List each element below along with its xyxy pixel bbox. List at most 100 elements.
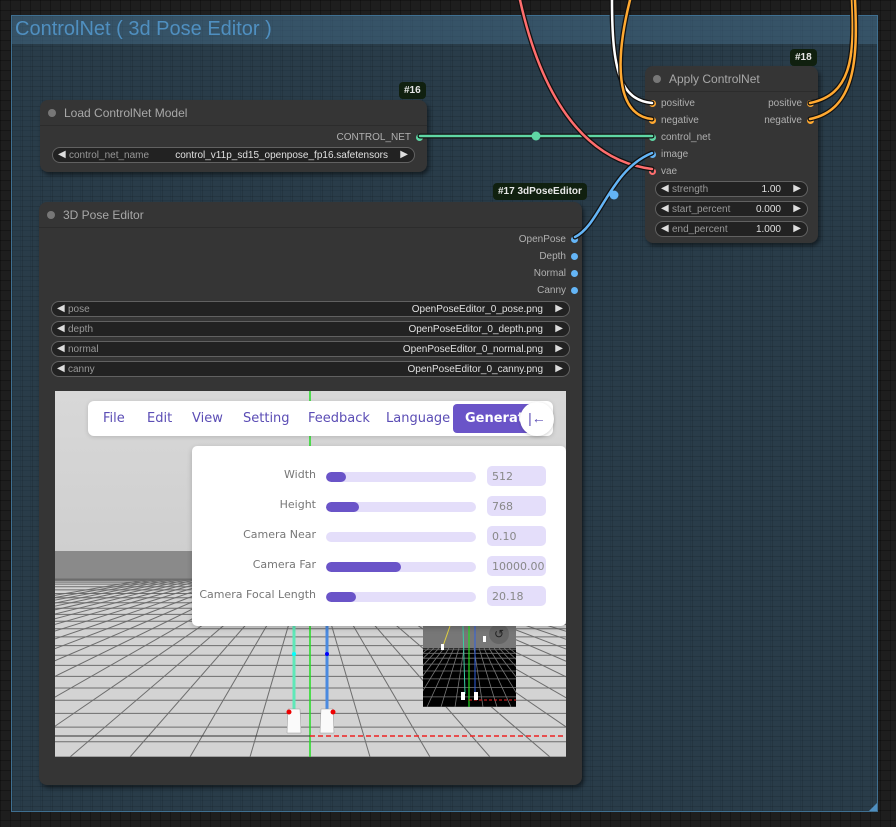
input-slot-image[interactable]: [649, 151, 656, 158]
combo-depth[interactable]: ◀ depth OpenPoseEditor_0_depth.png ▶: [51, 321, 570, 337]
widget-value: control_v11p_sd15_openpose_fp16.safetens…: [175, 150, 388, 161]
decrement-arrow-icon[interactable]: ◀: [661, 183, 669, 194]
setting-label: Camera Far: [252, 558, 316, 571]
input-negative[interactable]: negative negative: [645, 112, 818, 129]
left-knee-joint[interactable]: [292, 652, 296, 656]
output-label: OpenPose: [518, 234, 566, 245]
output-slot-negative[interactable]: [807, 117, 814, 124]
node-title[interactable]: Load ControlNet Model: [40, 100, 427, 126]
increment-arrow-icon[interactable]: ▶: [555, 323, 563, 334]
output-slot-canny[interactable]: [571, 287, 578, 294]
camera-focal-length-input[interactable]: 20.18: [487, 586, 546, 606]
width-input[interactable]: 512: [487, 466, 546, 486]
input-label: image: [661, 149, 689, 160]
setting-width: Width 512: [192, 466, 566, 488]
increment-arrow-icon[interactable]: ▶: [793, 183, 801, 194]
widget-label: depth: [68, 324, 94, 335]
decrement-arrow-icon[interactable]: ◀: [58, 149, 66, 160]
menu-file[interactable]: File: [103, 411, 125, 426]
widget-value: OpenPoseEditor_0_pose.png: [411, 304, 543, 315]
collapse-dot-icon[interactable]: [47, 211, 55, 219]
increment-arrow-icon[interactable]: ▶: [555, 363, 563, 374]
decrement-arrow-icon[interactable]: ◀: [57, 323, 65, 334]
combo-normal[interactable]: ◀ normal OpenPoseEditor_0_normal.png ▶: [51, 341, 570, 357]
collapse-dot-icon[interactable]: [653, 75, 661, 83]
decrement-arrow-icon[interactable]: ◀: [661, 203, 669, 214]
node-apply-controlnet[interactable]: Apply ControlNet positive positive negat…: [645, 66, 818, 243]
output-slot-positive[interactable]: [807, 100, 814, 107]
output-slot-openpose[interactable]: [571, 236, 578, 243]
combo-pose[interactable]: ◀ pose OpenPoseEditor_0_pose.png ▶: [51, 301, 570, 317]
menu-setting[interactable]: Setting: [243, 411, 290, 426]
node-title[interactable]: 3D Pose Editor: [39, 202, 582, 228]
output-slot-normal[interactable]: [571, 270, 578, 277]
3d-viewport[interactable]: ↺ File Edit View Setting Feedback Langua…: [55, 391, 566, 757]
increment-arrow-icon[interactable]: ▶: [555, 303, 563, 314]
input-control-net[interactable]: control_net: [645, 129, 818, 146]
minimap-grid-line: [508, 647, 516, 655]
right-ankle-marker[interactable]: [330, 709, 336, 715]
combo-control-net-name[interactable]: ◀ control_net_name control_v11p_sd15_ope…: [52, 147, 415, 163]
slider-fill: [326, 502, 359, 512]
input-label: control_net: [661, 132, 711, 143]
output-slot-depth[interactable]: [571, 253, 578, 260]
height-input[interactable]: 768: [487, 496, 546, 516]
collapse-menu-icon[interactable]: |←: [520, 402, 554, 436]
menu-feedback[interactable]: Feedback: [308, 411, 370, 426]
camera-near-slider[interactable]: [326, 532, 476, 542]
collapse-dot-icon[interactable]: [48, 109, 56, 117]
input-slot-positive[interactable]: [649, 100, 656, 107]
number-end-percent[interactable]: ◀ end_percent 1.000 ▶: [655, 221, 808, 237]
camera-far-slider[interactable]: [326, 562, 476, 572]
input-slot-control-net[interactable]: [649, 134, 656, 141]
group-title: ControlNet ( 3d Pose Editor ): [15, 18, 272, 40]
editor-menubar: File Edit View Setting Feedback Language…: [88, 401, 554, 436]
preview-minimap[interactable]: ↺: [423, 626, 516, 707]
increment-arrow-icon[interactable]: ▶: [793, 223, 801, 234]
number-start-percent[interactable]: ◀ start_percent 0.000 ▶: [655, 201, 808, 217]
output-label: Canny: [537, 285, 566, 296]
input-slot-vae[interactable]: [649, 168, 656, 175]
number-strength[interactable]: ◀ strength 1.00 ▶: [655, 181, 808, 197]
height-slider[interactable]: [326, 502, 476, 512]
input-slot-negative[interactable]: [649, 117, 656, 124]
menu-edit[interactable]: Edit: [147, 411, 172, 426]
output-openpose[interactable]: OpenPose: [39, 231, 582, 248]
settings-panel: Width 512 Height 768 Camera Near 0.10 Ca…: [192, 446, 566, 626]
output-slot-control-net[interactable]: [416, 134, 423, 141]
output-normal[interactable]: Normal: [39, 265, 582, 282]
camera-focal-length-slider[interactable]: [326, 592, 476, 602]
output-depth[interactable]: Depth: [39, 248, 582, 265]
input-positive[interactable]: positive positive: [645, 95, 818, 112]
group-resize-handle[interactable]: [869, 803, 877, 811]
widget-value: 0.000: [755, 204, 781, 215]
decrement-arrow-icon[interactable]: ◀: [57, 303, 65, 314]
menu-language[interactable]: Language: [386, 411, 450, 426]
camera-far-input[interactable]: 10000.00: [487, 556, 546, 576]
increment-arrow-icon[interactable]: ▶: [793, 203, 801, 214]
node-id-badge: #17 3dPoseEditor: [493, 183, 587, 200]
decrement-arrow-icon[interactable]: ◀: [57, 343, 65, 354]
decrement-arrow-icon[interactable]: ◀: [661, 223, 669, 234]
increment-arrow-icon[interactable]: ▶: [400, 149, 408, 160]
setting-label: Height: [279, 498, 316, 511]
left-ankle-marker[interactable]: [286, 709, 292, 715]
group-header[interactable]: ControlNet ( 3d Pose Editor ): [12, 16, 877, 44]
widget-value: 1.000: [755, 224, 781, 235]
node-title[interactable]: Apply ControlNet: [645, 66, 818, 92]
decrement-arrow-icon[interactable]: ◀: [57, 363, 65, 374]
increment-arrow-icon[interactable]: ▶: [555, 343, 563, 354]
minimap-grid-line: [423, 647, 430, 654]
combo-canny[interactable]: ◀ canny OpenPoseEditor_0_canny.png ▶: [51, 361, 570, 377]
camera-near-input[interactable]: 0.10: [487, 526, 546, 546]
input-vae[interactable]: vae: [645, 163, 818, 180]
minimap-left-foot: [461, 692, 465, 700]
width-slider[interactable]: [326, 472, 476, 482]
right-knee-joint[interactable]: [325, 652, 329, 656]
output-canny[interactable]: Canny: [39, 282, 582, 299]
input-image[interactable]: image: [645, 146, 818, 163]
menu-view[interactable]: View: [192, 411, 223, 426]
widget-label: control_net_name: [69, 150, 150, 161]
node-3d-pose-editor[interactable]: 3D Pose Editor OpenPose Depth Normal Can…: [39, 202, 582, 785]
node-load-controlnet-model[interactable]: Load ControlNet Model CONTROL_NET ◀ cont…: [40, 100, 427, 172]
